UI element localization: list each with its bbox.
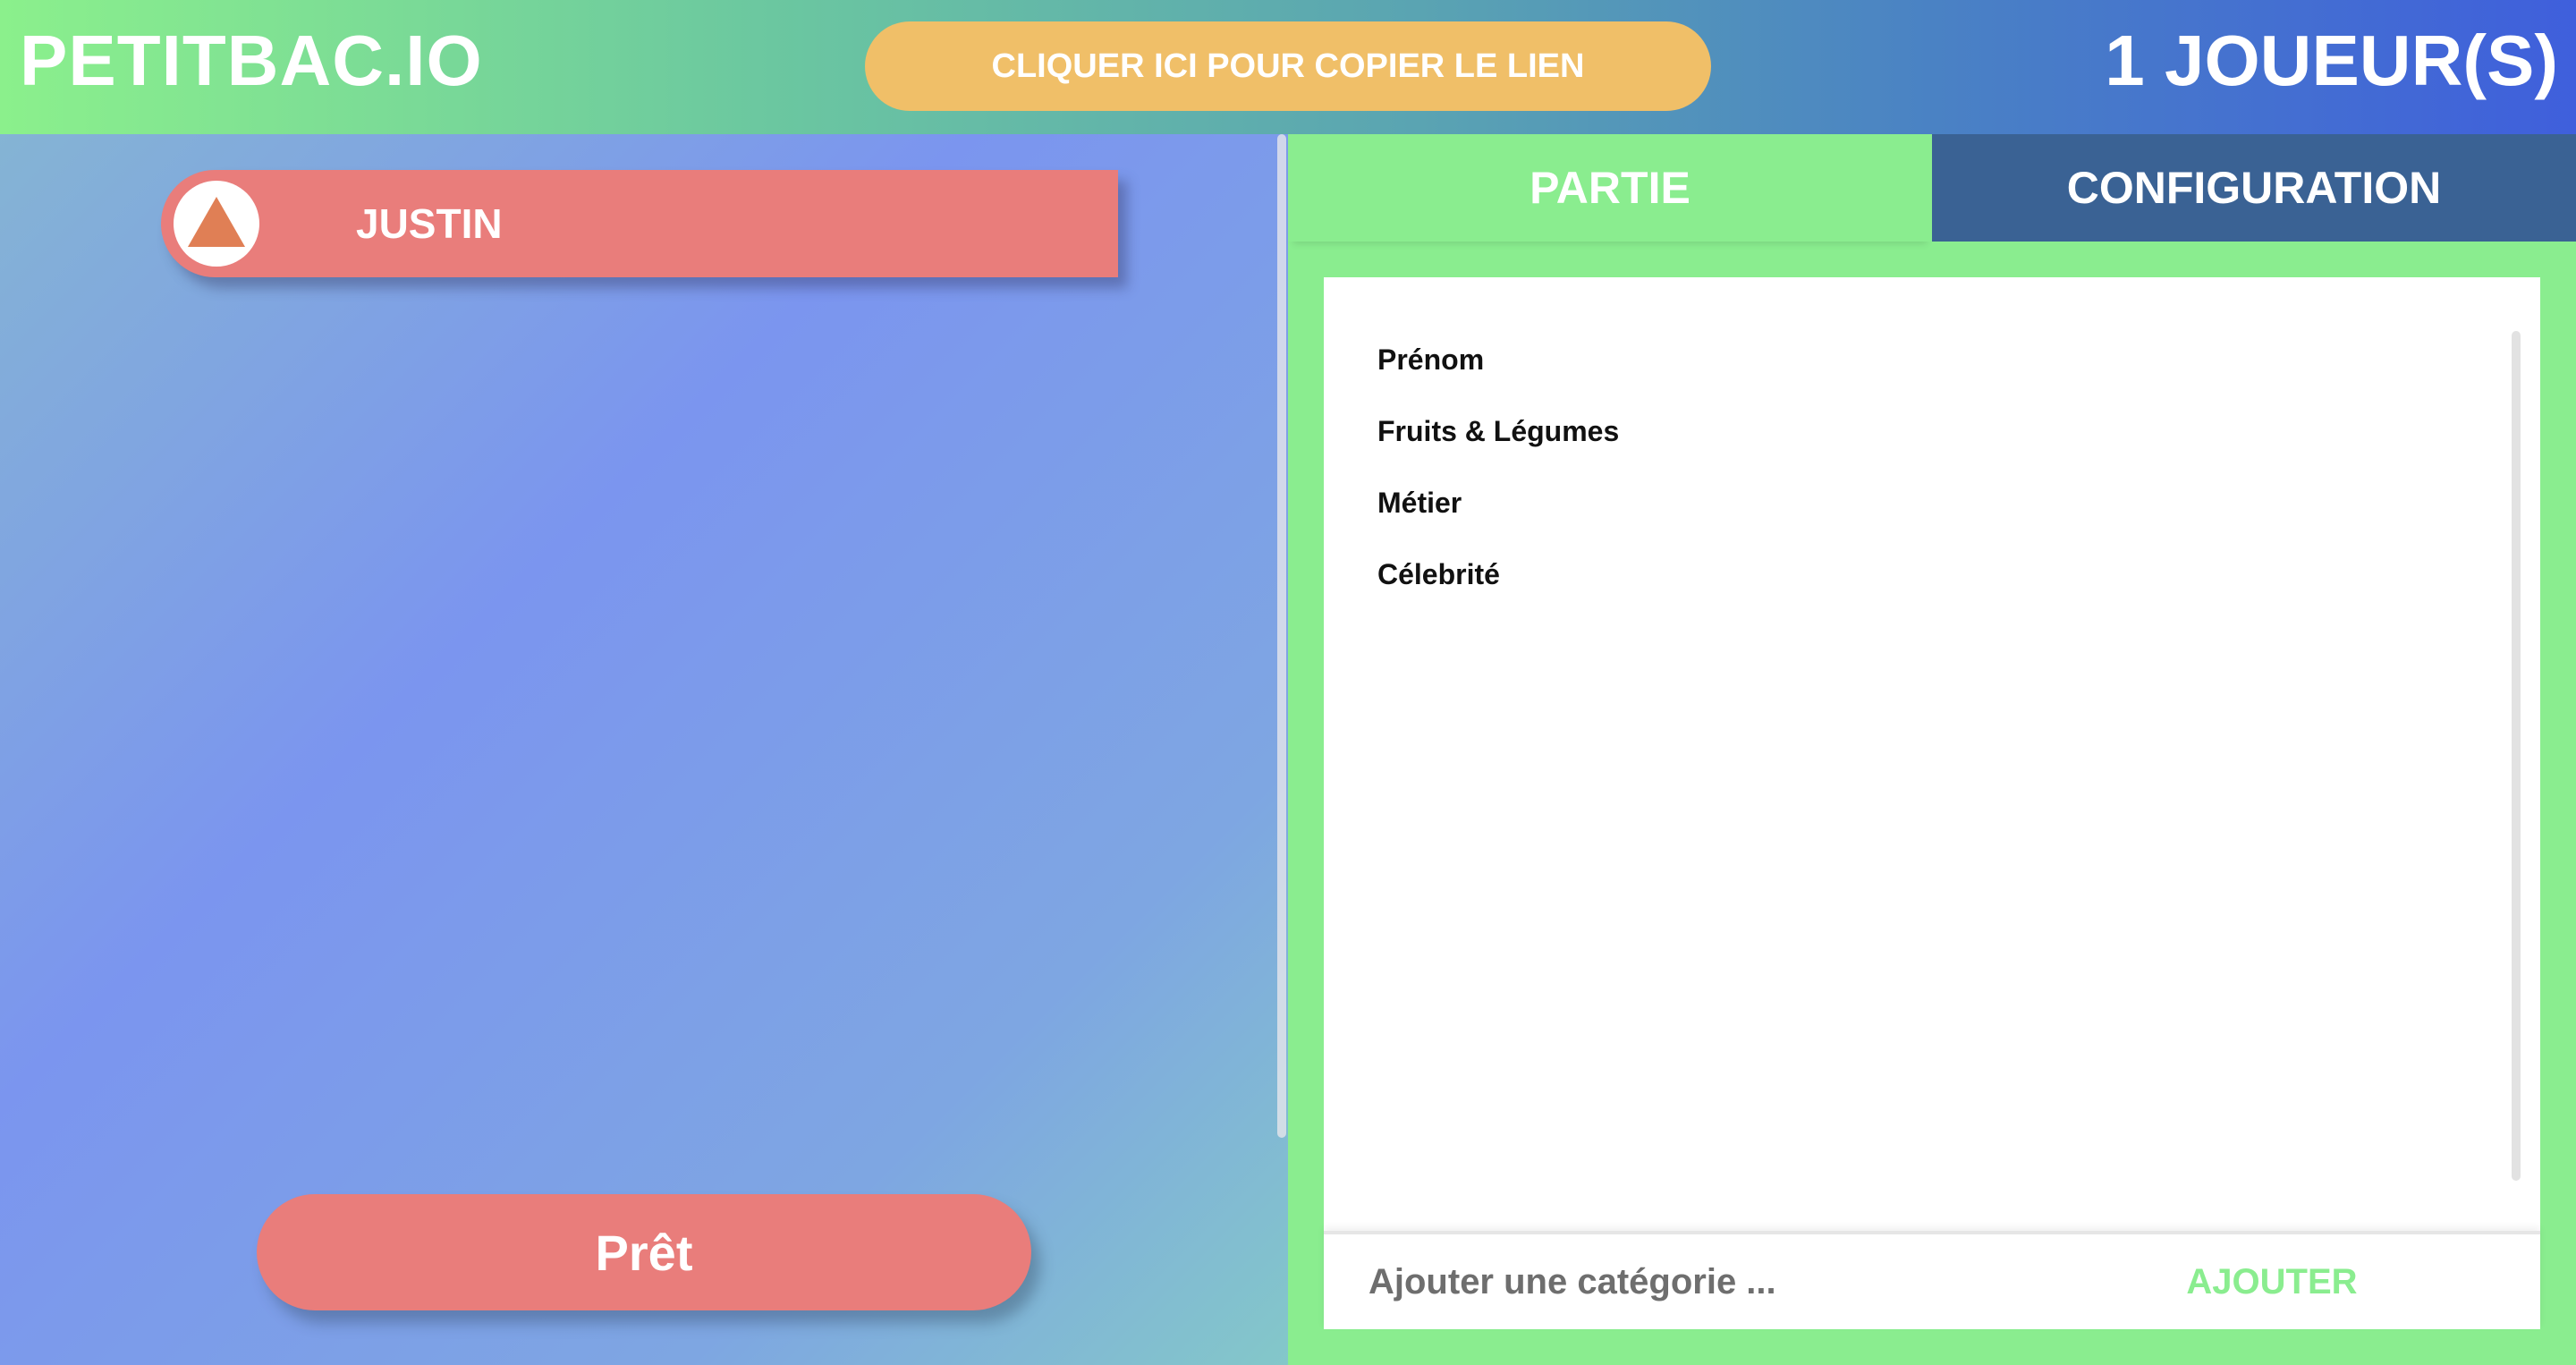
player-card: JUSTIN	[161, 170, 1118, 277]
copy-link-button[interactable]: CLIQUER ICI POUR COPIER LE LIEN	[865, 21, 1711, 111]
top-bar: PETITBAC.IO CLIQUER ICI POUR COPIER LE L…	[0, 0, 2576, 134]
add-category-row: AJOUTER	[1324, 1231, 2540, 1329]
app-logo[interactable]: PETITBAC.IO	[20, 16, 483, 106]
tab-partie[interactable]: PARTIE	[1288, 134, 1932, 242]
category-item[interactable]: Métier	[1377, 485, 1462, 521]
tab-configuration[interactable]: CONFIGURATION	[1932, 134, 2576, 242]
triangle-icon	[188, 197, 245, 247]
ready-button[interactable]: Prêt	[257, 1194, 1031, 1310]
category-item[interactable]: Prénom	[1377, 342, 1484, 377]
category-item[interactable]: Fruits & Légumes	[1377, 413, 1619, 449]
add-category-button[interactable]: AJOUTER	[2147, 1251, 2397, 1313]
categories-card: Prénom Fruits & Légumes Métier Célebrité…	[1324, 277, 2540, 1329]
category-item[interactable]: Célebrité	[1377, 556, 1500, 592]
avatar	[174, 181, 259, 267]
category-list: Prénom Fruits & Légumes Métier Célebrité	[1324, 277, 2540, 1342]
player-name: JUSTIN	[356, 200, 503, 247]
player-count: 1 JOUEUR(S)	[2105, 21, 2558, 100]
panel-scrollbar[interactable]	[1277, 134, 1286, 1138]
category-scrollbar[interactable]	[2512, 331, 2521, 1181]
game-panel: PARTIE CONFIGURATION Prénom Fruits & Lég…	[1288, 134, 2576, 1365]
add-category-input[interactable]	[1368, 1251, 2084, 1313]
